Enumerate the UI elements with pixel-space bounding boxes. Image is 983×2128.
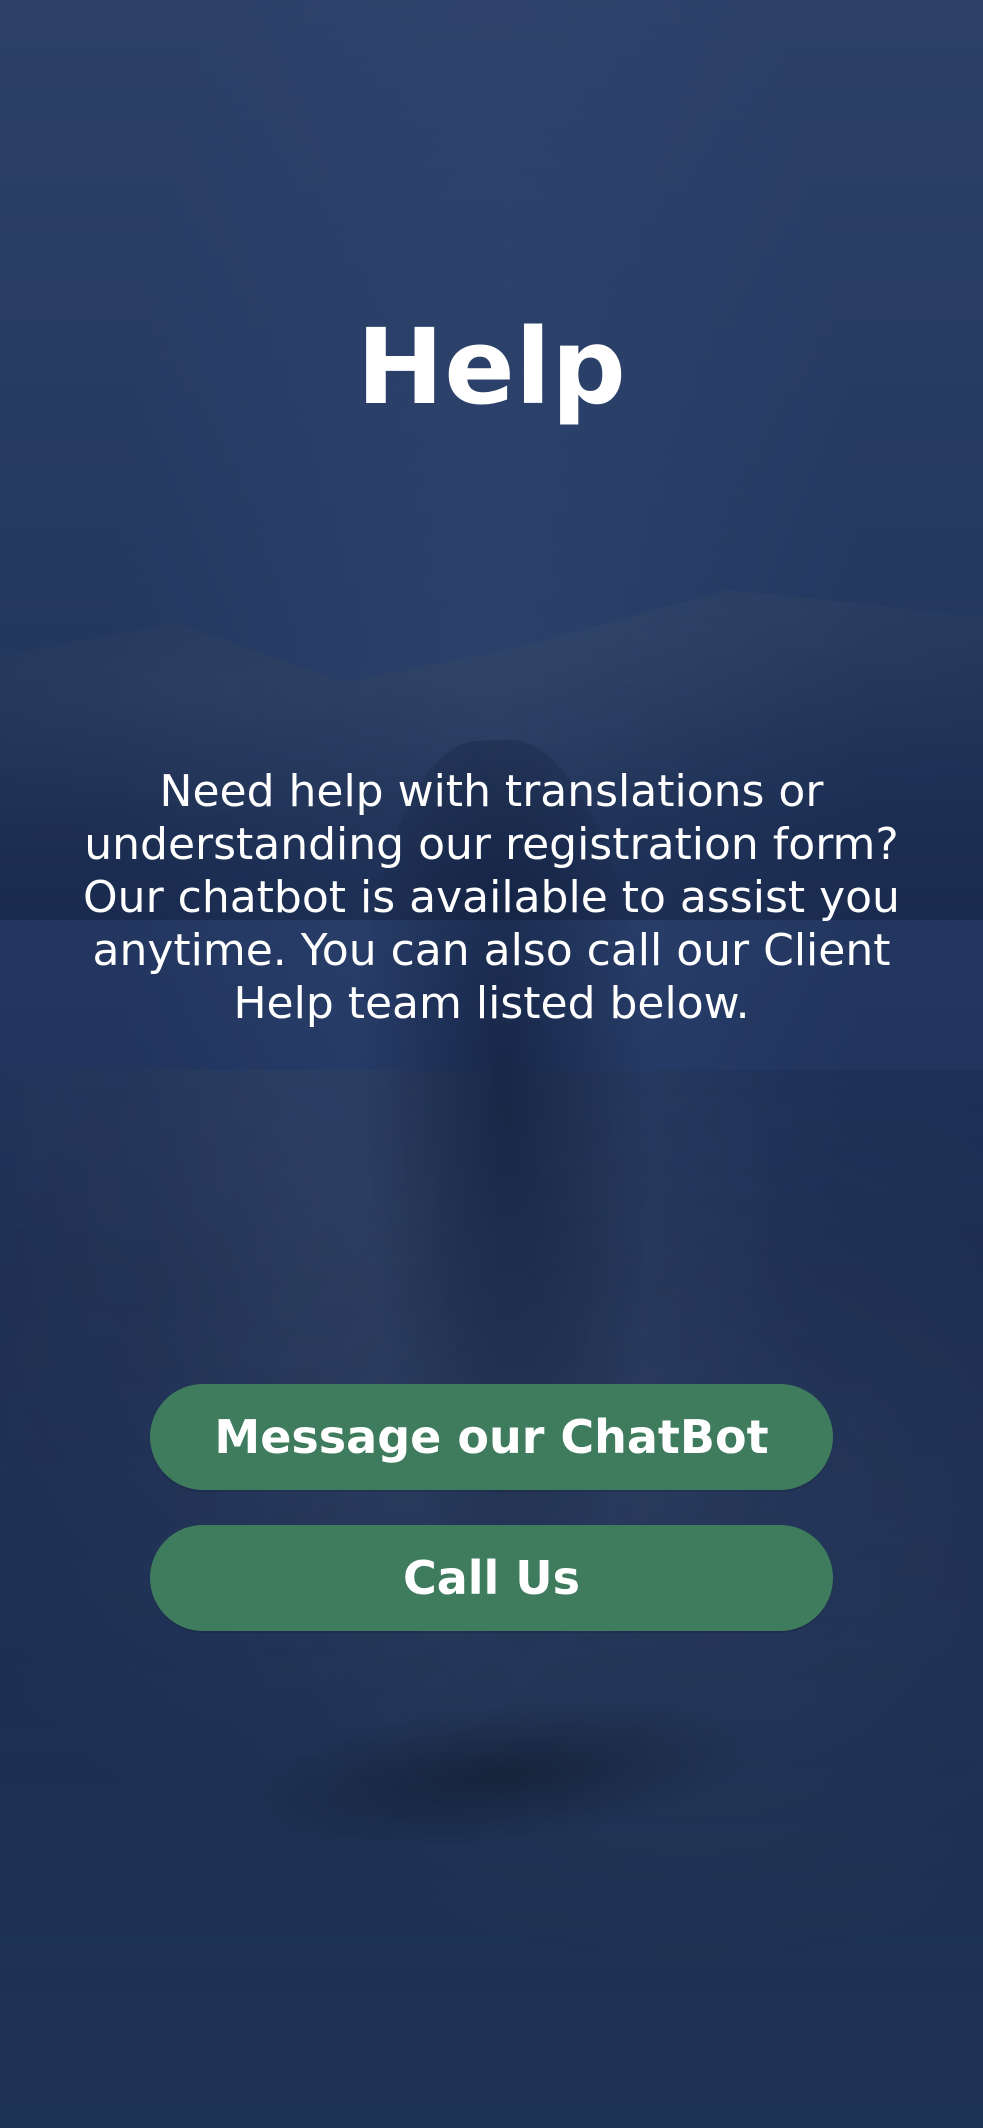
call-us-button[interactable]: Call Us: [150, 1525, 833, 1631]
help-screen: Help Need help with translations or unde…: [0, 0, 983, 2128]
message-chatbot-button[interactable]: Message our ChatBot: [150, 1384, 833, 1490]
page-title: Help: [356, 306, 627, 428]
help-description: Need help with translations or understan…: [83, 766, 900, 1029]
